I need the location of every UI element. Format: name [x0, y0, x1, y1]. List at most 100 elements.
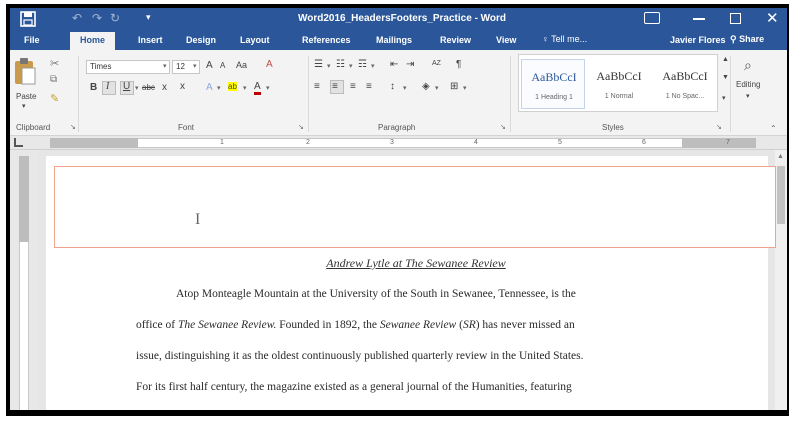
clear-formatting-icon[interactable]: A	[266, 59, 273, 70]
font-color-dropdown-icon[interactable]: ▾	[266, 84, 270, 92]
change-case-icon[interactable]: Aa	[236, 60, 247, 70]
borders-icon[interactable]: ⊞	[450, 81, 458, 92]
redo-icon[interactable]: ↷	[92, 11, 102, 25]
highlight-dropdown-icon[interactable]: ▾	[243, 84, 247, 92]
align-center-icon[interactable]: ≡	[332, 81, 338, 92]
text-effects-icon[interactable]: A	[206, 82, 213, 93]
group-divider	[308, 56, 309, 132]
tab-insert[interactable]: Insert	[138, 35, 163, 45]
highlight-icon[interactable]: ab	[228, 82, 237, 91]
header-area[interactable]: I	[54, 166, 776, 248]
close-icon[interactable]: ✕	[766, 9, 779, 27]
font-name-box[interactable]: Times	[86, 60, 170, 74]
decrease-indent-icon[interactable]: ⇤	[390, 59, 398, 70]
format-painter-icon[interactable]: ✎	[50, 92, 59, 105]
multilevel-list-icon[interactable]: ☶	[358, 59, 367, 70]
sort-icon[interactable]: AZ	[432, 60, 441, 67]
italic-button[interactable]: I	[106, 81, 109, 92]
collapse-ribbon-icon[interactable]: ⌃	[770, 124, 777, 133]
text-effects-dropdown-icon[interactable]: ▾	[217, 84, 221, 92]
multilevel-dropdown-icon[interactable]: ▾	[371, 62, 375, 70]
minimize-icon[interactable]	[693, 18, 705, 20]
ruler-tick: 3	[390, 139, 394, 146]
scroll-thumb[interactable]	[777, 166, 785, 224]
font-color-icon[interactable]: A	[254, 81, 261, 95]
borders-dropdown-icon[interactable]: ▾	[463, 84, 467, 92]
underline-button[interactable]: U	[123, 81, 130, 92]
maximize-icon[interactable]	[730, 13, 741, 24]
align-left-icon[interactable]: ≡	[314, 81, 320, 92]
numbering-dropdown-icon[interactable]: ▾	[349, 62, 353, 70]
paste-icon[interactable]	[14, 58, 36, 86]
tab-review[interactable]: Review	[440, 35, 471, 45]
strikethrough-button[interactable]: abc	[142, 83, 155, 92]
subscript-button[interactable]: x	[162, 82, 167, 93]
shading-dropdown-icon[interactable]: ▾	[435, 84, 439, 92]
chevron-down-icon[interactable]: ▾	[746, 92, 750, 100]
body-line-1[interactable]: Atop Monteagle Mountain at the Universit…	[176, 288, 576, 300]
bullets-icon[interactable]: ☰	[314, 59, 323, 70]
more-styles-icon[interactable]: ▾	[722, 94, 726, 102]
chevron-down-icon[interactable]: ▼	[722, 74, 729, 81]
document-title[interactable]: Andrew Lytle at The Sewanee Review	[46, 256, 786, 271]
superscript-button[interactable]: x	[180, 81, 185, 92]
undo-icon[interactable]: ↶	[72, 11, 82, 25]
line-spacing-dropdown-icon[interactable]: ▾	[403, 84, 407, 92]
font-launcher-icon[interactable]: ↘	[298, 123, 304, 131]
repeat-icon[interactable]: ↻	[110, 11, 120, 25]
style-name: 1 No Spac...	[665, 93, 705, 100]
increase-indent-icon[interactable]: ⇥	[406, 59, 414, 70]
scroll-up-icon[interactable]: ▲	[777, 153, 784, 160]
underline-dropdown-icon[interactable]: ▾	[135, 84, 139, 92]
vertical-scrollbar[interactable]: ▲	[775, 150, 787, 410]
editing-button[interactable]: Editing	[736, 80, 760, 89]
shrink-font-icon[interactable]: A	[220, 61, 225, 70]
ruler-track[interactable]	[50, 138, 756, 148]
body-line-3[interactable]: issue, distinguishing it as the oldest c…	[136, 350, 583, 362]
ribbon-tabs: File Home Insert Design Layout Reference…	[10, 30, 787, 50]
tab-design[interactable]: Design	[186, 35, 216, 45]
style-normal[interactable]: AaBbCcI 1 Normal	[587, 59, 651, 109]
font-name-dropdown-icon[interactable]: ▾	[163, 62, 167, 70]
body-line-2[interactable]: office of The Sewanee Review. Founded in…	[136, 319, 575, 331]
horizontal-ruler: 1 2 3 4 5 6 7	[10, 136, 787, 150]
cut-icon[interactable]: ✂	[50, 57, 59, 70]
tab-file[interactable]: File	[24, 35, 40, 45]
style-heading-1[interactable]: AaBbCcI 1 Heading 1	[521, 59, 585, 109]
search-icon[interactable]: ⌕	[744, 57, 752, 74]
grow-font-icon[interactable]: A	[206, 60, 213, 71]
font-size-dropdown-icon[interactable]: ▾	[193, 62, 197, 70]
document-page[interactable]: I Andrew Lytle at The Sewanee Review Ato…	[46, 156, 776, 410]
user-name[interactable]: Javier Flores	[670, 35, 726, 45]
ruler-tick: 4	[474, 139, 478, 146]
show-formatting-icon[interactable]: ¶	[456, 59, 461, 70]
tab-home[interactable]: Home	[70, 32, 116, 50]
bold-button[interactable]: B	[90, 82, 97, 93]
chevron-down-icon[interactable]: ▾	[22, 102, 26, 110]
paragraph-launcher-icon[interactable]: ↘	[500, 123, 506, 131]
style-no-spacing[interactable]: AaBbCcI 1 No Spac...	[653, 59, 717, 109]
justify-icon[interactable]: ≡	[366, 81, 372, 92]
styles-launcher-icon[interactable]: ↘	[716, 123, 722, 131]
tab-view[interactable]: View	[496, 35, 516, 45]
save-icon[interactable]	[20, 11, 36, 27]
customize-quick-access-icon[interactable]: ▾	[146, 12, 151, 23]
clipboard-launcher-icon[interactable]: ↘	[70, 123, 76, 131]
tab-layout[interactable]: Layout	[240, 35, 270, 45]
share-button[interactable]: ⚲ Share	[730, 34, 764, 45]
numbering-icon[interactable]: ☷	[336, 59, 345, 70]
shading-icon[interactable]: ◈	[422, 81, 430, 92]
align-right-icon[interactable]: ≡	[350, 81, 356, 92]
bullets-dropdown-icon[interactable]: ▾	[327, 62, 331, 70]
copy-icon[interactable]: ⧉	[50, 74, 57, 85]
tab-mailings[interactable]: Mailings	[376, 35, 412, 45]
tell-me-box[interactable]: ♀ Tell me...	[542, 34, 587, 44]
ribbon-display-options-icon[interactable]	[644, 12, 660, 24]
paste-button[interactable]: Paste	[16, 92, 36, 101]
chevron-up-icon[interactable]: ▲	[722, 56, 729, 63]
tab-references[interactable]: References	[302, 35, 351, 45]
ruler-tick: 7	[726, 139, 730, 146]
line-spacing-icon[interactable]: ↕	[390, 81, 395, 92]
body-line-4[interactable]: For its first half century, the magazine…	[136, 381, 572, 393]
tab-selector-icon[interactable]	[14, 138, 23, 147]
